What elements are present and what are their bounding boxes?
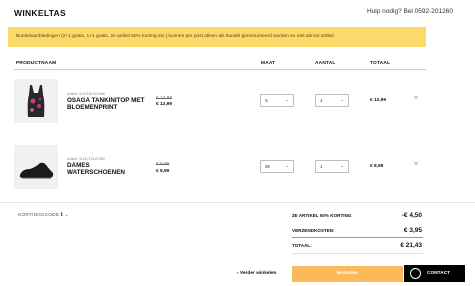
divider (292, 237, 423, 238)
chevron-down-icon: ⌄ (285, 163, 289, 168)
checkout-button[interactable]: Bestellen (292, 266, 403, 282)
line-total: € 8,99 (370, 164, 384, 169)
price: € 12,99 (156, 102, 173, 107)
summary-label: VERZENDKOSTEN: (292, 228, 335, 233)
size-value: 39 (265, 164, 270, 169)
contact-button[interactable]: CONTACT (404, 265, 465, 282)
bundle-notice-banner: Bundelaanbiedingen (2+1 gratis, 1+1 grat… (8, 27, 426, 47)
col-header-total: TOTAAL (370, 61, 391, 66)
divider (14, 69, 426, 70)
quantity-select[interactable]: 1 ⌄ (315, 160, 349, 173)
chevron-down-icon: ⌄ (340, 97, 344, 102)
old-price: € 14,99 (156, 96, 173, 101)
article-number: Artikel: 1101713121350 (67, 157, 105, 161)
help-phone: Hulp nodig? Bel 0592-201260 (366, 8, 453, 15)
col-header-qty: AANTAL (315, 61, 336, 66)
page-title: WINKELTAS (14, 8, 66, 18)
summary-label: 2E ARTIKEL 50% KORTING (292, 213, 352, 218)
close-icon[interactable]: × (414, 95, 418, 102)
chevron-down-icon: ⌄ (340, 163, 344, 168)
total-value: € 21,43 (400, 242, 422, 249)
quantity-value: 1 (320, 98, 323, 103)
product-name[interactable]: OSAGA TANKINITOP MET BLOEMENPRINT (67, 97, 147, 111)
close-icon[interactable]: × (414, 161, 418, 168)
line-total: € 12,99 (370, 98, 387, 103)
product-image-tankini[interactable] (14, 79, 58, 123)
price: € 8,99 (156, 169, 170, 174)
col-header-size: MAAT (261, 61, 276, 66)
product-name[interactable]: DAMES WATERSCHOENEN (67, 162, 147, 176)
total-label: TOTAAL: (292, 243, 312, 248)
divider (0, 202, 475, 203)
summary-value: -€ 4,50 (401, 212, 422, 219)
chevron-down-icon: ⌄ (285, 97, 289, 102)
size-select[interactable]: S ⌄ (260, 94, 294, 107)
quantity-select[interactable]: 1 ⌄ (315, 94, 349, 107)
chat-icon (410, 268, 421, 279)
size-value: S (265, 98, 268, 103)
old-price: € 9,99 (156, 162, 170, 167)
summary-value: € 3,95 (403, 227, 422, 234)
continue-shopping-link[interactable]: ‹ Verder winkelen (237, 271, 276, 276)
col-header-product: PRODUCTNAAM (16, 61, 57, 66)
discount-code-label: KORTINGSCODE (18, 213, 60, 218)
size-select[interactable]: 39 ⌄ (260, 160, 294, 173)
chevron-down-icon: ⌄ (64, 213, 69, 218)
article-number: Artikel: 1107161021068 (67, 92, 105, 96)
quantity-value: 1 (320, 164, 323, 169)
divider (292, 253, 423, 254)
discount-code-toggle[interactable]: KORTINGSCODE ℹ ⌄ (18, 213, 69, 218)
product-image-water-shoes[interactable] (14, 145, 58, 189)
contact-label: CONTACT (427, 271, 451, 276)
info-icon: ℹ (60, 213, 63, 218)
